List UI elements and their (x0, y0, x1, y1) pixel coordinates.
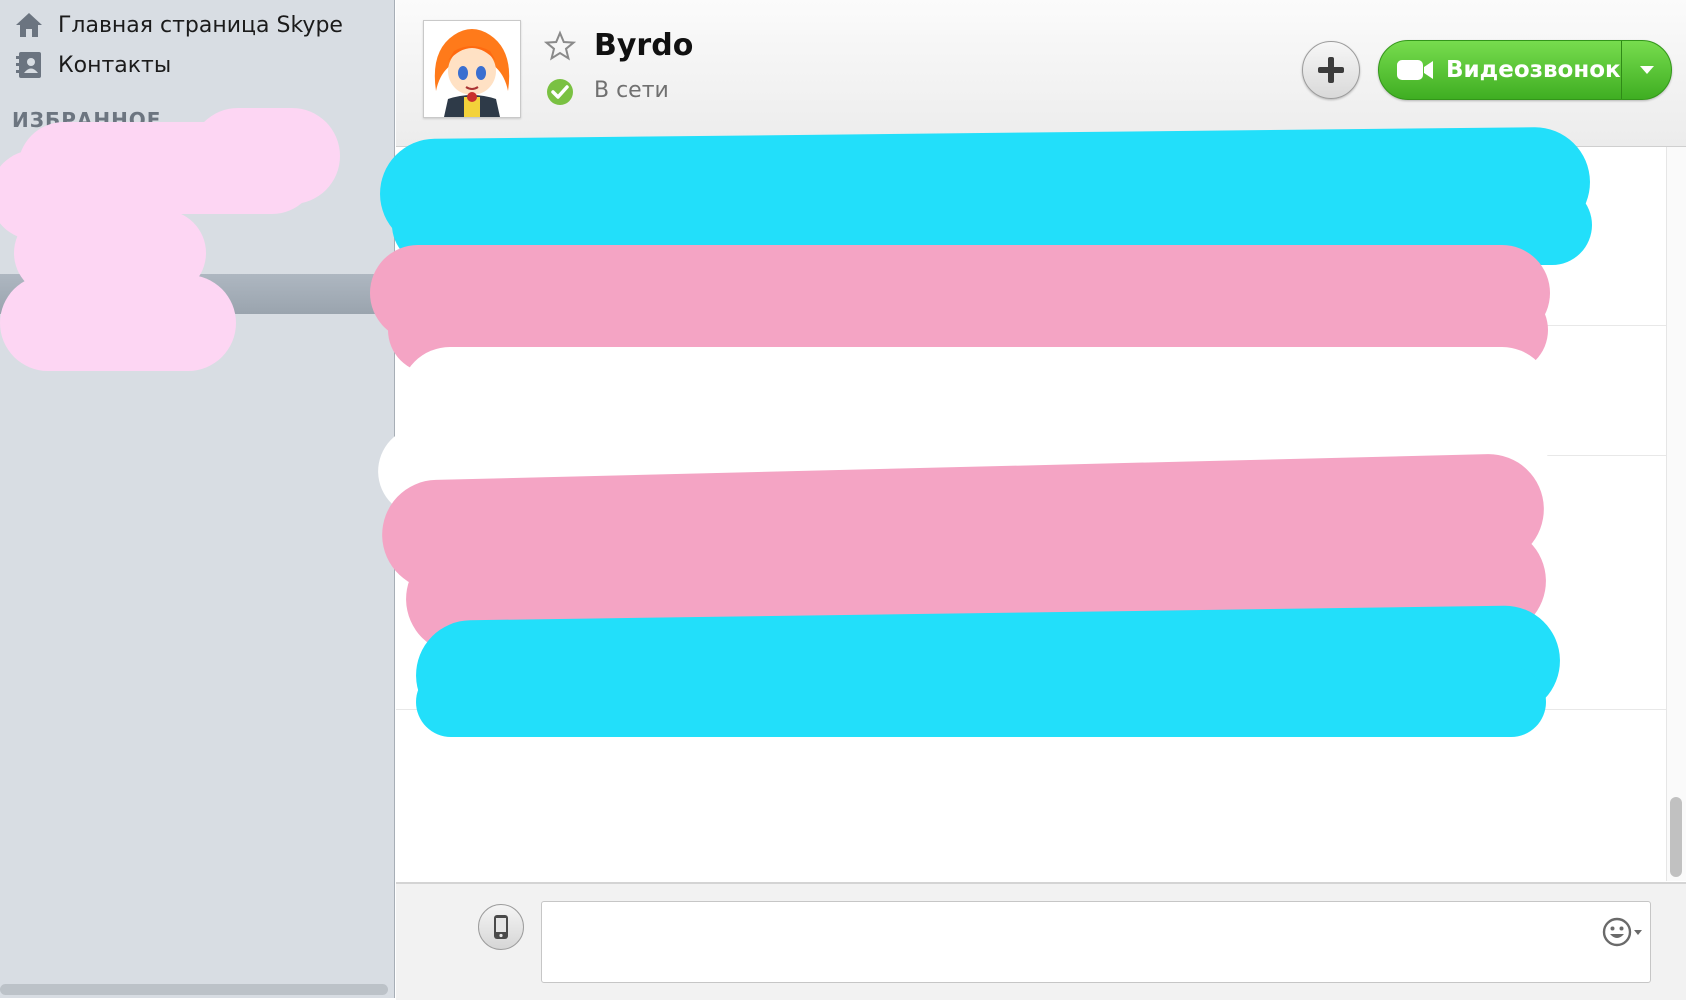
mobile-phone-icon (494, 915, 508, 939)
plus-icon (1318, 57, 1344, 83)
sidebar-item-skype-home[interactable]: Главная страница Skype (14, 8, 343, 42)
online-status-icon (546, 78, 574, 106)
message-history[interactable] (370, 126, 1686, 881)
message-scrollbar-track (1666, 147, 1686, 881)
home-icon (14, 10, 44, 40)
chevron-down-icon (1639, 66, 1654, 74)
sidebar-item-contacts[interactable]: Контакты (14, 48, 171, 82)
video-call-button[interactable]: Видеозвонок (1378, 40, 1672, 100)
conversation-pane: Byrdo В сети Видеозвонок (370, 0, 1686, 1000)
sidebar: Главная страница Skype Контакты ИЗБРАННО… (0, 0, 395, 998)
message-scrollbar[interactable] (1670, 797, 1682, 877)
message-composer (396, 882, 1686, 1000)
avatar[interactable] (423, 20, 521, 118)
conversation-header: Byrdo В сети Видеозвонок (396, 0, 1686, 147)
send-sms-button[interactable] (478, 904, 524, 950)
contacts-book-icon (14, 50, 44, 80)
message-input[interactable] (541, 901, 1651, 983)
video-call-label: Видеозвонок (1446, 57, 1621, 83)
status-text: В сети (594, 78, 669, 103)
favorite-star-icon[interactable] (543, 30, 577, 62)
video-camera-icon (1397, 60, 1433, 80)
redaction-stripe (416, 667, 1546, 737)
avatar-image (424, 21, 520, 117)
emoticons-button[interactable] (1602, 916, 1648, 948)
video-call-main[interactable]: Видеозвонок (1379, 41, 1621, 99)
contact-name: Byrdo (594, 28, 694, 63)
sidebar-horizontal-scrollbar[interactable] (0, 984, 388, 995)
sidebar-item-label: Главная страница Skype (58, 12, 343, 38)
video-call-dropdown[interactable] (1622, 41, 1671, 99)
redaction-mark (0, 275, 236, 371)
add-people-button[interactable] (1302, 41, 1360, 99)
smiley-icon (1602, 917, 1642, 947)
sidebar-item-label: Контакты (58, 52, 172, 78)
